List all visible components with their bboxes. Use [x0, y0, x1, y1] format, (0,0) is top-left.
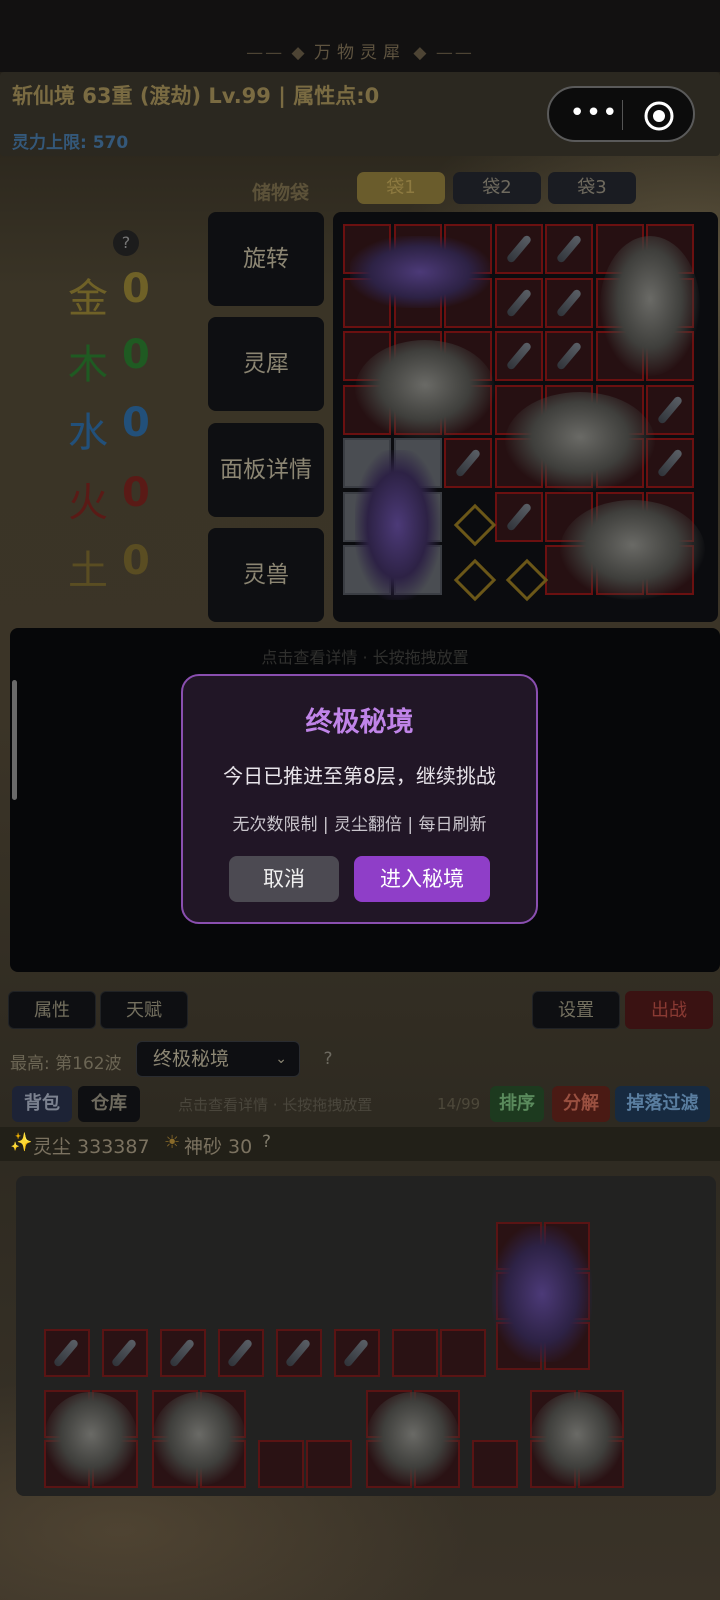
backpack-cell [392, 1329, 438, 1377]
best-wave-text: 最高: 第162波 [10, 1054, 122, 1074]
backpack-cell [258, 1440, 304, 1488]
dialog-title: 终极秘境 [305, 707, 414, 738]
element-value: 0 [122, 266, 150, 312]
banner-item-icon [355, 450, 440, 600]
enter-realm-button[interactable]: 进入秘境 [354, 856, 490, 902]
backpack-cell [440, 1329, 486, 1377]
element-value: 0 [122, 470, 150, 516]
sort-button[interactable]: 排序 [490, 1086, 544, 1122]
element-value: 0 [122, 538, 150, 584]
cloud-robe-item-icon [505, 392, 655, 492]
capsule-divider [622, 100, 623, 130]
chevron-down-icon: ⌄ [275, 1051, 287, 1067]
dismantle-button[interactable]: 分解 [552, 1086, 610, 1122]
element-name: 火 [68, 480, 108, 526]
inventory-count: 14/99 [437, 1095, 481, 1113]
cancel-button[interactable]: 取消 [229, 856, 339, 902]
element-name: 木 [68, 342, 108, 388]
white-robe-item-icon [366, 1392, 460, 1486]
tab-bag-2[interactable]: 袋2 [453, 172, 541, 204]
scrollbar[interactable] [12, 680, 17, 800]
element-earth: 土 0 [60, 538, 190, 598]
secret-realm-dialog: 终极秘境 今日已推进至第8层，继续挑战 无次数限制 | 灵尘翻倍 | 每日刷新 … [181, 674, 538, 924]
lingxi-button[interactable]: 灵犀 [208, 317, 324, 411]
battle-button[interactable]: 出战 [625, 991, 713, 1029]
drop-filter-button[interactable]: 掉落过滤 [615, 1086, 710, 1122]
spirit-dust-amount: 灵尘 333387 [33, 1136, 150, 1158]
dialog-subtext: 无次数限制 | 灵尘翻倍 | 每日刷新 [232, 815, 487, 835]
talent-tab[interactable]: 天赋 [100, 991, 188, 1029]
inventory-hint-text: 点击查看详情 · 长按拖拽放置 [178, 1096, 373, 1114]
backpack-cell [472, 1440, 518, 1488]
page-title: 万物灵犀 [0, 38, 720, 63]
cloud-robe-item-icon [560, 500, 705, 600]
white-robe-item-icon [152, 1392, 246, 1486]
banner-item-icon [492, 1226, 592, 1362]
tab-warehouse[interactable]: 仓库 [78, 1086, 140, 1122]
element-wood: 木 0 [60, 332, 190, 392]
shield-item-icon [44, 1392, 138, 1486]
currency-help-icon[interactable]: ? [262, 1132, 271, 1152]
attributes-tab[interactable]: 属性 [8, 991, 96, 1029]
more-icon[interactable]: ••• [569, 98, 619, 130]
bell-item-icon [530, 1392, 624, 1486]
tab-bag-3[interactable]: 袋3 [548, 172, 636, 204]
element-fire: 火 0 [60, 470, 190, 530]
mode-select[interactable]: 终极秘境 ⌄ [136, 1041, 300, 1077]
sparkle-icon: ✨ [10, 1132, 33, 1153]
dialog-message: 今日已推进至第8层，继续挑战 [223, 764, 496, 788]
tab-backpack[interactable]: 背包 [12, 1086, 72, 1122]
cloud-robe-item-icon [355, 340, 495, 440]
element-value: 0 [122, 332, 150, 378]
miniprogram-capsule: ••• [547, 86, 695, 142]
spirit-beast-button[interactable]: 灵兽 [208, 528, 324, 622]
rotate-button[interactable]: 旋转 [208, 212, 324, 306]
element-metal: 金 0 [60, 266, 190, 326]
storage-bag-title: 储物袋 [252, 182, 310, 204]
player-realm-text: 斩仙境 63重 (渡劫) Lv.99 | 属性点:0 [12, 84, 380, 108]
panel-details-button[interactable]: 面板详情 [208, 423, 324, 517]
element-help-icon[interactable]: ? [113, 230, 139, 256]
sun-icon: ☀ [164, 1132, 181, 1153]
purple-robe-item-icon [350, 236, 490, 308]
mana-limit-text: 灵力上限: 570 [12, 133, 129, 153]
element-name: 金 [68, 276, 108, 322]
tab-bag-1[interactable]: 袋1 [357, 172, 445, 204]
mode-help-icon[interactable]: ? [315, 1046, 341, 1072]
mode-select-value: 终极秘境 [153, 1048, 230, 1070]
cloud-robe-item-icon [600, 236, 700, 376]
backpack-cell [306, 1440, 352, 1488]
close-target-icon[interactable] [643, 100, 675, 132]
divine-sand-amount: 神砂 30 [184, 1136, 253, 1158]
element-name: 水 [68, 410, 108, 456]
detail-hint-text: 点击查看详情 · 长按拖拽放置 [261, 648, 469, 667]
element-name: 土 [68, 548, 108, 594]
element-value: 0 [122, 400, 150, 446]
settings-button[interactable]: 设置 [532, 991, 620, 1029]
element-water: 水 0 [60, 400, 190, 460]
